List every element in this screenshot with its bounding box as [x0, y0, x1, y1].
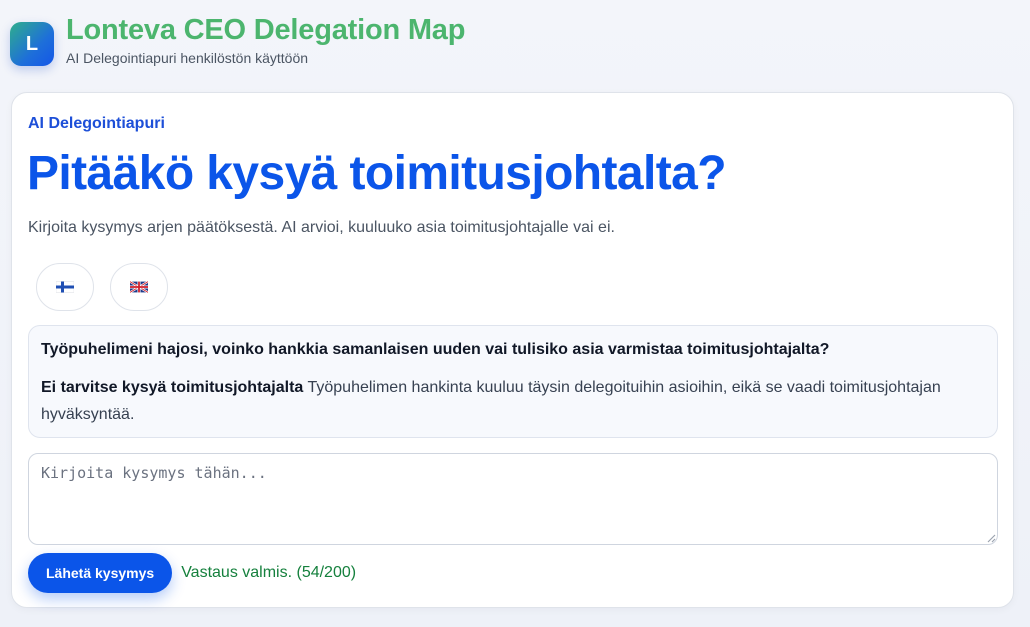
uk-flag-icon	[130, 281, 148, 293]
answer-verdict: Ei tarvitse kysyä toimitusjohtajalta	[41, 379, 304, 396]
lead-text: Kirjoita kysymys arjen päätöksestä. AI a…	[28, 219, 615, 236]
language-button-en[interactable]	[110, 263, 168, 311]
main-card: AI Delegointiapuri Pitääkö kysyä toimitu…	[11, 92, 1014, 608]
language-switcher	[36, 263, 168, 311]
app-header: L Lonteva CEO Delegation Map AI Delegoin…	[10, 12, 465, 72]
answer-text: Ei tarvitse kysyä toimitusjohtajalta Työ…	[41, 374, 985, 428]
app-logo: L	[10, 22, 54, 66]
answer-panel: Työpuhelimeni hajosi, voinko hankkia sam…	[28, 325, 998, 438]
question-input[interactable]	[28, 453, 998, 545]
footer-row: Lähetä kysymys Vastaus valmis. (54/200)	[28, 553, 356, 593]
language-button-fi[interactable]	[36, 263, 94, 311]
app-title: Lonteva CEO Delegation Map	[66, 14, 466, 46]
page-title: Pitääkö kysyä toimitusjohtalta?	[27, 147, 727, 200]
question-text: Työpuhelimeni hajosi, voinko hankkia sam…	[41, 341, 830, 358]
header-text: Lonteva CEO Delegation Map AI Delegointi…	[66, 12, 465, 66]
finland-flag-icon	[56, 281, 74, 293]
resize-handle-icon[interactable]	[986, 533, 996, 543]
send-button[interactable]: Lähetä kysymys	[28, 553, 173, 593]
status-text: Vastaus valmis. (54/200)	[181, 564, 357, 581]
app-subtitle: AI Delegointiapuri henkilöstön käyttöön	[66, 50, 309, 66]
eyebrow-label: AI Delegointiapuri	[28, 115, 165, 132]
